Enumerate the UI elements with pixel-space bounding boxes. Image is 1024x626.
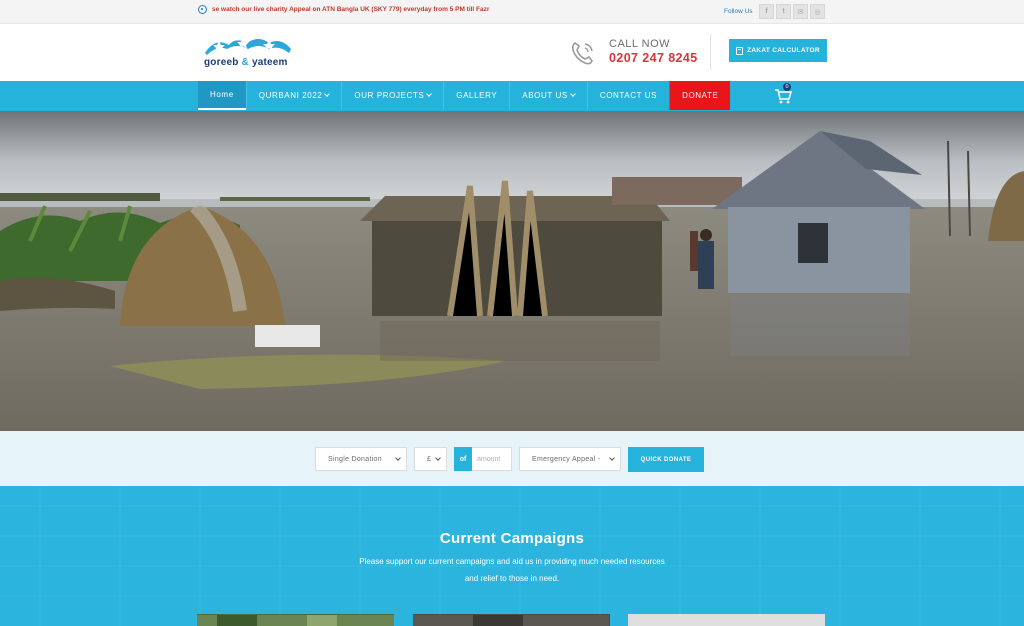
nav-item-gallery[interactable]: GALLERY <box>443 81 509 110</box>
donation-type-select[interactable]: Single Donation <box>315 447 407 471</box>
header-divider <box>710 34 711 70</box>
phone-number[interactable]: 0207 247 8245 <box>609 51 698 65</box>
news-ticker[interactable]: se watch our live charity Appeal on ATN … <box>198 5 489 14</box>
nav-label: GALLERY <box>456 91 498 100</box>
chevron-down-icon <box>324 91 331 97</box>
appeal-select[interactable]: Emergency Appeal - <box>519 447 621 471</box>
nav-item-donate[interactable]: DONATE <box>669 81 731 110</box>
nav-label: QURBANI 2022 <box>258 91 323 100</box>
main-nav: Home QURBANI 2022 OUR PROJECTS GALLERY A… <box>0 81 1024 111</box>
top-bar: se watch our live charity Appeal on ATN … <box>0 0 1024 24</box>
phone-icon <box>571 42 593 65</box>
call-now-label: CALL NOW <box>609 38 671 50</box>
nav-label: OUR PROJECTS <box>354 91 425 100</box>
logo-wordmark[interactable]: goreeb & yateem <box>204 57 288 68</box>
info-circle-icon <box>198 5 207 14</box>
logo-text-right: yateem <box>251 57 288 68</box>
chevron-down-icon <box>395 455 401 461</box>
ticker-text[interactable]: se watch our live charity Appeal on ATN … <box>212 6 489 13</box>
campaigns-title: Current Campaigns <box>439 530 585 547</box>
campaigns-section <box>0 486 1024 626</box>
amount-input[interactable]: amount <box>472 447 512 471</box>
campaign-card[interactable] <box>197 614 394 626</box>
appeal-value: Emergency Appeal - <box>532 455 601 463</box>
nav-item-about[interactable]: ABOUT US <box>509 81 587 110</box>
nav-label: Home <box>210 90 234 99</box>
campaigns-subtitle: Please support our current campaigns and… <box>359 557 665 566</box>
zakat-calculator-button[interactable]: ZAKAT CALCULATOR <box>729 39 827 62</box>
nav-item-projects[interactable]: OUR PROJECTS <box>341 81 443 110</box>
chevron-down-icon <box>609 455 615 461</box>
chevron-down-icon <box>426 91 433 97</box>
follow-us-label: Follow Us <box>724 8 753 15</box>
hero-banner-image <box>0 111 1024 431</box>
donation-type-value: Single Donation <box>328 455 382 463</box>
calculator-icon <box>736 46 744 55</box>
campaigns-subtitle: and relief to those in need. <box>464 574 560 583</box>
social-links: f t ✉ ◎ <box>759 4 825 19</box>
of-label: of <box>454 447 472 471</box>
nav-item-contact[interactable]: CONTACT US <box>586 81 669 110</box>
chevron-down-icon <box>435 455 441 461</box>
currency-value: £ <box>427 455 432 463</box>
twitter-icon[interactable]: t <box>776 4 791 19</box>
instagram-icon[interactable]: ◎ <box>810 4 825 19</box>
facebook-icon[interactable]: f <box>759 4 774 19</box>
email-icon[interactable]: ✉ <box>793 4 808 19</box>
nav-label: ABOUT US <box>522 91 568 100</box>
quick-donate-button[interactable]: QUICK DONATE <box>628 447 704 472</box>
nav-label: DONATE <box>682 91 719 100</box>
zakat-button-label: ZAKAT CALCULATOR <box>747 47 820 54</box>
cart-count-badge: 0 <box>783 83 791 91</box>
nav-item-home[interactable]: Home <box>198 81 246 110</box>
logo-text-amp: & <box>241 57 249 68</box>
nav-label: CONTACT US <box>599 91 658 100</box>
nav-item-qurbani[interactable]: QURBANI 2022 <box>245 81 342 110</box>
chevron-down-icon <box>569 91 576 97</box>
quick-donate-bar <box>0 431 1024 486</box>
campaign-card[interactable] <box>628 614 825 626</box>
currency-select[interactable]: £ <box>414 447 447 471</box>
campaign-card[interactable] <box>413 614 610 626</box>
logo-text-left: goreeb <box>204 57 239 68</box>
site-header: goreeb & yateem CALL NOW 0207 247 8245 Z… <box>0 24 1024 81</box>
cart-icon[interactable] <box>774 88 792 104</box>
